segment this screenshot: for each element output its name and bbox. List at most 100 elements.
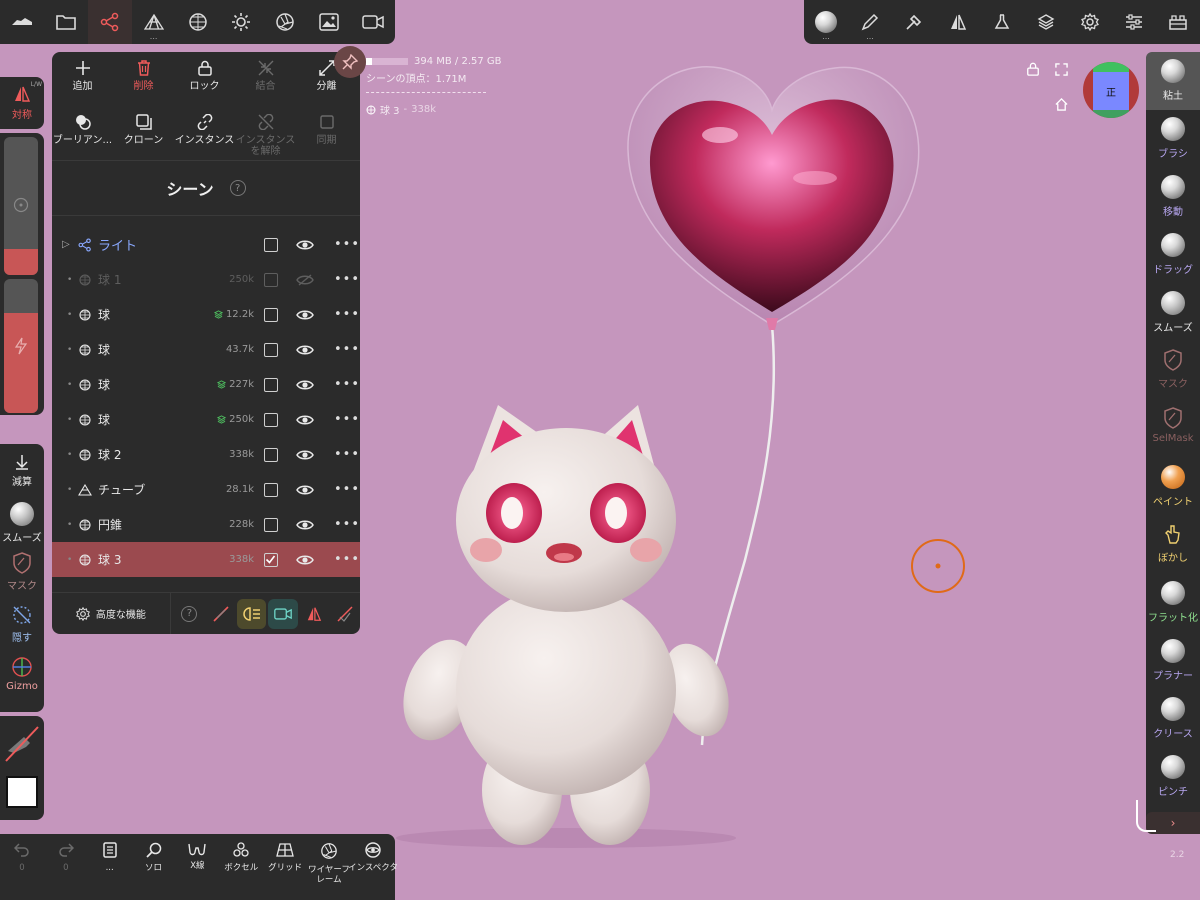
sculpt-shoe-button[interactable] xyxy=(0,0,44,44)
eye-icon[interactable] xyxy=(296,414,314,426)
more-options-icon[interactable]: ••• xyxy=(334,342,360,357)
uninstance-button[interactable]: インスタンスを解除 xyxy=(235,106,296,160)
tool-3[interactable]: ドラッグ xyxy=(1146,226,1200,284)
eye-icon[interactable] xyxy=(296,554,314,566)
eye-icon[interactable] xyxy=(296,239,314,251)
tool-6[interactable]: SelMask xyxy=(1146,400,1200,458)
tool-10[interactable]: プラナー xyxy=(1146,632,1200,690)
topology-button[interactable]: ... xyxy=(132,0,176,44)
layer-checkbox[interactable] xyxy=(264,342,278,357)
grid-button[interactable]: グリッド xyxy=(263,834,307,900)
files-button[interactable] xyxy=(44,0,88,44)
undo-button[interactable]: 0 xyxy=(0,834,44,900)
pick-tool-button[interactable] xyxy=(0,716,44,770)
scene-button[interactable] xyxy=(87,0,132,44)
more-options-icon[interactable]: ••• xyxy=(334,237,360,252)
intensity-slider[interactable] xyxy=(4,279,38,413)
layer-row[interactable]: • 球 227k ••• xyxy=(52,367,360,402)
inspector-button[interactable]: インスペクタ xyxy=(348,834,398,900)
scene-help-button[interactable]: ? xyxy=(229,180,246,196)
layer-checkbox[interactable] xyxy=(264,447,278,462)
redo-button[interactable]: 0 xyxy=(44,834,88,900)
lock-button[interactable]: ロック xyxy=(174,52,235,106)
mask-quick-button[interactable]: マスク xyxy=(0,546,44,598)
subtract-button[interactable]: 減算 xyxy=(0,444,44,494)
notebook-button[interactable]: ... xyxy=(88,834,132,900)
shortcuts-button[interactable] xyxy=(1156,0,1200,44)
more-options-icon[interactable]: ••• xyxy=(334,447,360,462)
tool-8[interactable]: ぼかし xyxy=(1146,516,1200,574)
boolean-button[interactable]: ブーリアン... xyxy=(52,106,113,160)
layers-button[interactable] xyxy=(1024,0,1068,44)
layer-checkbox[interactable] xyxy=(264,377,278,392)
more-options-icon[interactable]: ••• xyxy=(334,377,360,392)
home-view-button[interactable] xyxy=(1055,98,1068,111)
layer-row[interactable]: • 球 43.7k ••• xyxy=(52,332,360,367)
instance-button[interactable]: インスタンス xyxy=(174,106,235,160)
wireframe-button[interactable]: ワイヤーフレーム xyxy=(307,834,351,900)
layer-row-light[interactable]: ▷ ライト ••• xyxy=(52,227,360,262)
layer-checkbox[interactable] xyxy=(264,237,278,252)
layer-checkbox[interactable] xyxy=(264,307,278,322)
tool-2[interactable]: 移動 xyxy=(1146,168,1200,226)
layer-row[interactable]: • 球 1 250k ••• xyxy=(52,262,360,297)
voxel-button[interactable]: ボクセル xyxy=(219,834,263,900)
settings-button[interactable] xyxy=(1068,0,1112,44)
sync-button[interactable]: 同期 xyxy=(296,106,357,160)
preferences-button[interactable] xyxy=(1112,0,1156,44)
lock-view-button[interactable] xyxy=(1026,62,1040,76)
more-options-icon[interactable]: ••• xyxy=(334,412,360,427)
view-cube[interactable]: 正 xyxy=(1083,62,1139,118)
tool-0[interactable]: 粘土 xyxy=(1146,52,1200,110)
toggle-disabled-tool-button[interactable] xyxy=(331,599,360,629)
material-sphere-button[interactable]: ... xyxy=(804,0,848,44)
add-button[interactable]: 追加 xyxy=(52,52,113,106)
layer-checkbox[interactable] xyxy=(264,517,278,532)
layer-row[interactable]: • 球 2 338k ••• xyxy=(52,437,360,472)
scene-stats-button[interactable] xyxy=(980,0,1024,44)
layer-checkbox[interactable] xyxy=(264,552,278,567)
xray-glasses-button[interactable]: X線 xyxy=(175,834,219,900)
smooth-quick-button[interactable]: スムーズ xyxy=(0,494,44,546)
tool-1[interactable]: ブラシ xyxy=(1146,110,1200,168)
tool-12[interactable]: ピンチ xyxy=(1146,748,1200,806)
more-options-icon[interactable]: ••• xyxy=(334,272,360,287)
hide-button[interactable]: 隠す xyxy=(0,598,44,650)
search-button[interactable]: ソロ xyxy=(132,834,176,900)
eye-off-icon[interactable] xyxy=(296,273,314,286)
layer-row[interactable]: • チューブ 28.1k ••• xyxy=(52,472,360,507)
tool-9[interactable]: フラット化 xyxy=(1146,574,1200,632)
layer-row[interactable]: • 円錐 228k ••• xyxy=(52,507,360,542)
light-button[interactable] xyxy=(219,0,263,44)
camera-button[interactable] xyxy=(351,0,395,44)
eye-icon[interactable] xyxy=(296,344,314,356)
clone-button[interactable]: クローン xyxy=(113,106,174,160)
tool-5[interactable]: マスク xyxy=(1146,342,1200,400)
gizmo-button[interactable]: Gizmo xyxy=(0,650,44,702)
tool-7[interactable]: ペイント xyxy=(1146,458,1200,516)
stroke-button[interactable]: ... xyxy=(848,0,892,44)
merge-button[interactable]: 結合 xyxy=(235,52,296,106)
layer-checkbox[interactable] xyxy=(264,412,278,427)
eye-icon[interactable] xyxy=(296,484,314,496)
fullscreen-button[interactable] xyxy=(1055,63,1068,76)
symmetry-top-button[interactable] xyxy=(936,0,980,44)
delete-button[interactable]: 削除 xyxy=(113,52,174,106)
symmetry-button[interactable]: 対称 L/W xyxy=(0,77,44,121)
scene-help-circle-button[interactable]: ? xyxy=(175,599,204,629)
layer-checkbox[interactable] xyxy=(264,482,278,497)
layer-checkbox[interactable] xyxy=(264,272,278,287)
more-options-icon[interactable]: ••• xyxy=(334,482,360,497)
eye-icon[interactable] xyxy=(296,309,314,321)
more-options-icon[interactable]: ••• xyxy=(334,552,360,567)
color-swatch[interactable] xyxy=(6,776,38,808)
tool-settings-button[interactable] xyxy=(892,0,936,44)
eye-icon[interactable] xyxy=(296,519,314,531)
advanced-features-button[interactable]: 高度な機能 xyxy=(52,592,171,634)
more-options-icon[interactable]: ••• xyxy=(334,307,360,322)
layer-row[interactable]: • 球 3 338k ••• xyxy=(52,542,360,577)
radius-slider[interactable] xyxy=(4,137,38,275)
tool-4[interactable]: スムーズ xyxy=(1146,284,1200,342)
layer-row[interactable]: • 球 250k ••• xyxy=(52,402,360,437)
pin-panel-button[interactable] xyxy=(334,46,366,78)
